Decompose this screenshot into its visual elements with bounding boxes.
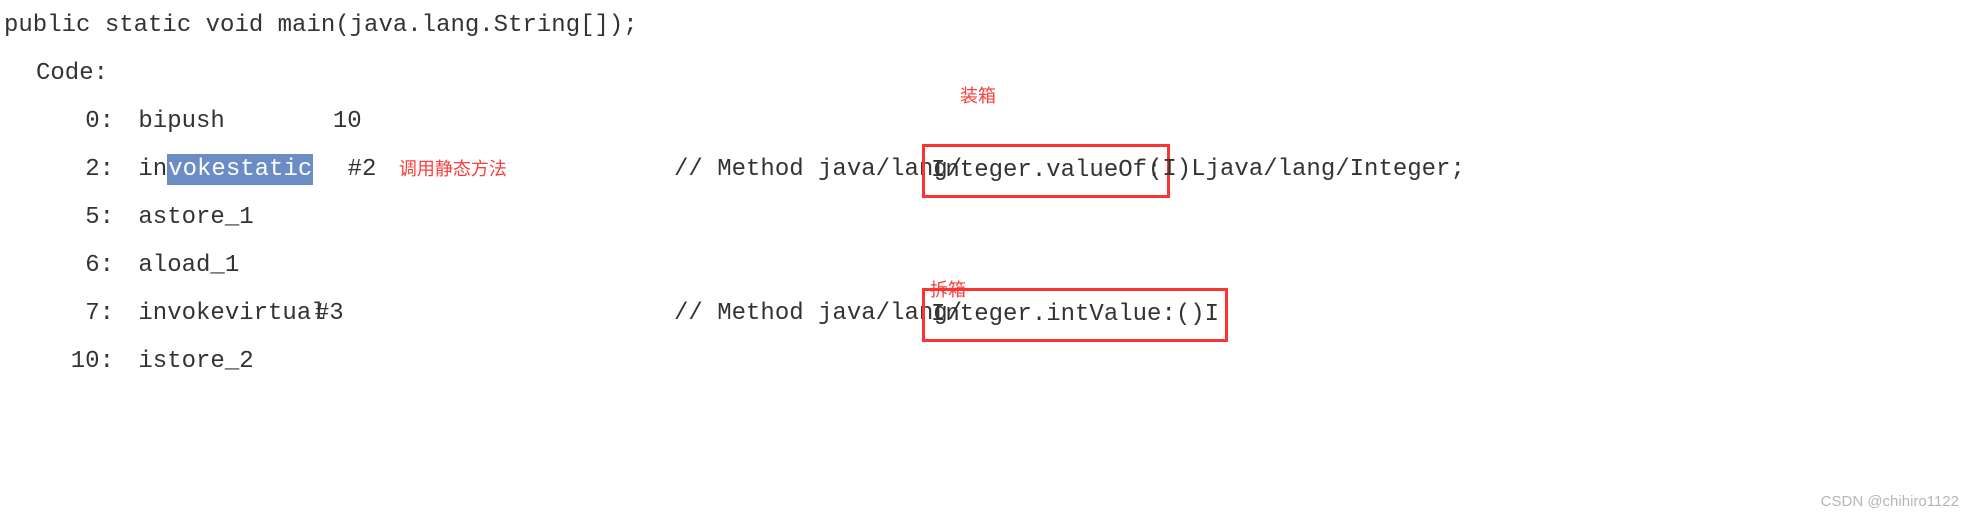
comment-prefix: // Method java/lang/	[674, 296, 962, 332]
opcode: bipush	[138, 104, 318, 140]
bytecode-line-2: 2: invokestatic #2 调用静态方法 // Method java…	[4, 152, 1971, 182]
watermark: CSDN @chihiro1122	[1821, 491, 1959, 514]
opcode: astore_1	[138, 200, 253, 236]
unboxing-method-box: Integer.intValue:()I	[922, 288, 1228, 342]
line-number: 2:	[84, 152, 114, 188]
comment-suffix: (I)Ljava/lang/Integer;	[1148, 152, 1465, 188]
code-label: Code:	[36, 60, 108, 87]
opcode-highlighted: vokestatic	[167, 154, 313, 185]
opcode: istore_2	[138, 344, 253, 380]
comment-prefix: // Method java/lang/	[674, 152, 962, 188]
operand: 10	[333, 108, 362, 135]
line-number: 0:	[84, 104, 114, 140]
bytecode-line-6: 6: aload_1	[4, 248, 1971, 278]
bytecode-line-0: 0: bipush 10	[4, 104, 1971, 134]
bytecode-line-5: 5: astore_1	[4, 200, 1971, 230]
operand: #3	[315, 300, 344, 327]
bytecode-line-10: 10: istore_2	[4, 344, 1971, 374]
line-number: 5:	[84, 200, 114, 236]
line-number: 7:	[84, 296, 114, 332]
opcode: invokevirtual	[138, 296, 300, 332]
signature-text: public static void main(java.lang.String…	[4, 12, 638, 39]
line-number: 6:	[84, 248, 114, 284]
method-signature: public static void main(java.lang.String…	[4, 8, 1971, 38]
line-number: 10:	[70, 344, 114, 380]
boxing-method-box: Integer.valueOf:	[922, 144, 1170, 198]
operand: #2	[348, 156, 377, 183]
code-label-line: Code:	[4, 56, 1971, 86]
opcode-prefix: in	[138, 152, 167, 188]
opcode: aload_1	[138, 248, 239, 284]
bytecode-line-7: 7: invokevirtual #3 // Method java/lang/…	[4, 296, 1971, 326]
annotation-call-static: 调用静态方法	[399, 159, 507, 179]
